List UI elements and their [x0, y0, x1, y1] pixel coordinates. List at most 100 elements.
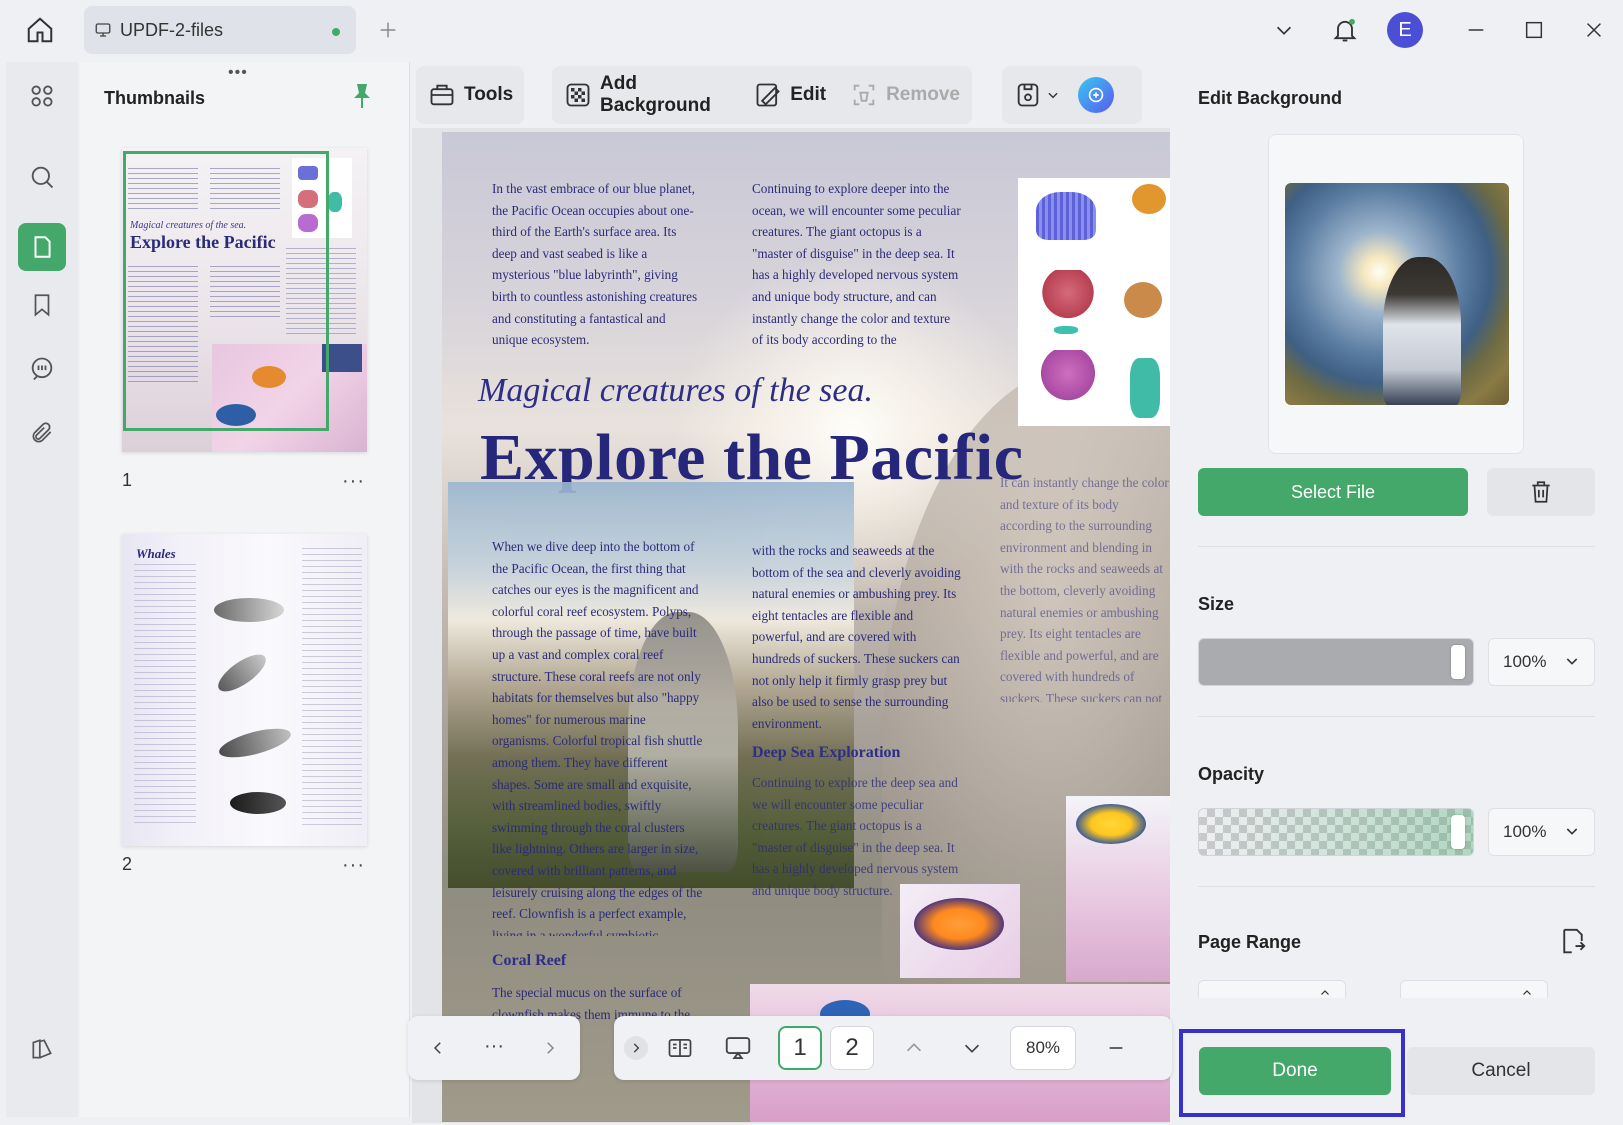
bottom-navigation: ··· 1 2 80% — [408, 1016, 1172, 1084]
ai-assistant-icon[interactable] — [1078, 77, 1114, 113]
coral-reef-heading: Coral Reef — [492, 952, 567, 969]
maximize-icon[interactable] — [1520, 16, 1548, 44]
tools-group: Tools — [416, 66, 524, 124]
chevron-down-icon — [1564, 823, 1580, 839]
paragraph-octopus-cont: with the rocks and seaweeds at the botto… — [752, 543, 961, 731]
opacity-select[interactable]: 100% — [1488, 808, 1595, 856]
chevron-down-icon[interactable] — [958, 1034, 986, 1062]
size-label: Size — [1198, 594, 1235, 614]
page-1-button[interactable]: 1 — [778, 1026, 822, 1070]
presentation-icon[interactable] — [722, 1032, 754, 1064]
mini-whale-image — [230, 792, 286, 814]
opacity-slider-handle[interactable] — [1451, 815, 1465, 849]
close-icon[interactable] — [1580, 16, 1608, 44]
save-group — [1002, 66, 1142, 124]
rail-attachments-button[interactable] — [18, 409, 66, 457]
paragraph-intro: In the vast embrace of our blue planet, … — [492, 181, 698, 348]
opacity-value: 100% — [1503, 822, 1547, 841]
chevron-left-icon[interactable] — [424, 1034, 452, 1062]
pin-icon[interactable] — [350, 82, 374, 110]
select-file-button[interactable]: Select File — [1198, 468, 1468, 516]
thumbnail-more-button[interactable]: ··· — [342, 470, 365, 493]
comment-icon — [28, 355, 56, 383]
selected-page-frame — [123, 151, 329, 431]
clownfish-image — [900, 884, 1020, 978]
more-pages-button[interactable]: ··· — [478, 1032, 510, 1060]
save-button[interactable] — [1002, 66, 1072, 124]
chevron-down-icon[interactable] — [1270, 16, 1298, 44]
opacity-label: Opacity — [1198, 764, 1265, 784]
home-icon[interactable] — [22, 12, 58, 48]
tools-button[interactable]: Tools — [416, 66, 525, 124]
cancel-button[interactable]: Cancel — [1407, 1047, 1595, 1095]
drag-handle-icon[interactable]: ••• — [228, 64, 248, 82]
paragraph-octopus: Continuing to explore deeper into the oc… — [752, 181, 961, 348]
toolbox-icon — [428, 81, 456, 109]
page-2-button[interactable]: 2 — [830, 1026, 874, 1070]
document-subtitle: Magical creatures of the sea. — [478, 372, 874, 409]
tools-label: Tools — [464, 84, 514, 105]
rail-search-button[interactable] — [18, 153, 66, 201]
chevron-down-icon — [1564, 653, 1580, 669]
mini-text-block — [134, 564, 196, 826]
pdf-page[interactable]: In the vast embrace of our blue planet, … — [442, 132, 1170, 1122]
save-icon — [1014, 81, 1042, 109]
divider — [1198, 546, 1595, 547]
chevron-up-icon[interactable] — [900, 1034, 928, 1062]
rail-comments-button[interactable] — [18, 345, 66, 393]
size-value: 100% — [1503, 652, 1547, 671]
unsaved-dot — [332, 28, 340, 36]
minimize-icon[interactable] — [1462, 16, 1490, 44]
rail-layers-button[interactable] — [18, 1025, 66, 1073]
rail-thumbnails-button[interactable] — [18, 223, 66, 271]
bookmark-icon — [29, 292, 55, 318]
chevron-right-icon[interactable] — [536, 1034, 564, 1062]
rail-bookmarks-button[interactable] — [18, 281, 66, 329]
edit-background-panel: Edit Background Select File Size 100% Op… — [1176, 62, 1619, 1117]
title-bar: UPDF-2-files E — [0, 0, 1623, 60]
page-nav-group: ··· — [408, 1016, 580, 1080]
remove-background-button[interactable]: Remove — [838, 66, 972, 124]
thumbnails-panel: ••• Thumbnails Magical creatures of the … — [80, 62, 410, 1117]
page-icon — [29, 234, 55, 260]
search-icon — [28, 163, 56, 191]
zoom-out-icon[interactable] — [1102, 1034, 1130, 1062]
rail-organize-button[interactable] — [18, 72, 66, 120]
opacity-slider[interactable] — [1198, 808, 1474, 856]
background-tools-group: Add Background Edit Remove — [552, 66, 972, 124]
document-viewport[interactable]: In the vast embrace of our blue planet, … — [412, 128, 1170, 1123]
paragraph-coral-reef: When we dive deep into the bottom of the… — [492, 539, 703, 936]
layers-icon — [29, 1036, 55, 1062]
add-background-button[interactable]: Add Background — [552, 66, 742, 124]
thumbnail-page-number: 2 — [122, 854, 133, 874]
edit-label: Edit — [790, 84, 827, 105]
view-controls-group: 1 2 80% — [614, 1016, 1172, 1080]
new-tab-icon[interactable] — [374, 16, 402, 44]
page-range-swap-icon[interactable] — [1558, 926, 1588, 956]
size-select[interactable]: 100% — [1488, 638, 1595, 686]
toolbar: Tools Add Background Edit Remove — [412, 62, 1174, 128]
thumbnail-more-button[interactable]: ··· — [342, 854, 365, 877]
collapse-arrow-icon[interactable] — [624, 1036, 648, 1060]
thumbnail-page-2[interactable]: Whales — [122, 534, 367, 846]
delete-background-button[interactable] — [1487, 468, 1595, 516]
size-slider-handle[interactable] — [1451, 645, 1465, 679]
edit-background-icon — [754, 81, 782, 109]
mini-whale-image — [214, 598, 284, 622]
thumbnail-page-1[interactable]: Magical creatures of the sea. Explore th… — [122, 148, 367, 452]
left-rail — [6, 62, 78, 1117]
page-layout-icon[interactable] — [664, 1032, 696, 1064]
coral-image — [1018, 178, 1170, 426]
done-button[interactable]: Done — [1199, 1047, 1391, 1095]
chevron-down-icon — [1046, 88, 1060, 102]
thumbnails-title: Thumbnails — [104, 88, 206, 108]
deep-sea-heading: Deep Sea Exploration — [752, 744, 901, 761]
avatar[interactable]: E — [1387, 12, 1423, 48]
edit-background-button[interactable]: Edit — [742, 66, 838, 124]
divider — [1198, 716, 1595, 717]
document-tab[interactable]: UPDF-2-files — [84, 6, 356, 54]
notification-bell-icon[interactable] — [1328, 13, 1362, 47]
remove-label: Remove — [886, 84, 960, 105]
zoom-level[interactable]: 80% — [1010, 1026, 1076, 1070]
size-slider[interactable] — [1198, 638, 1474, 686]
